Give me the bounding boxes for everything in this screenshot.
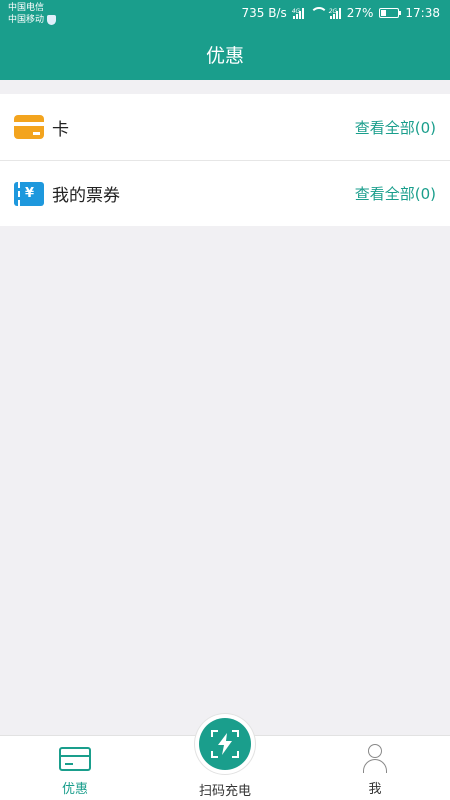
carrier-1: 中国电信 — [8, 3, 45, 13]
view-all-cards-link[interactable]: 查看全部(0) — [355, 117, 436, 138]
card-outline-icon — [59, 747, 91, 771]
lightning-icon — [218, 733, 232, 755]
app-header: 优惠 — [0, 28, 450, 80]
status-bar: 中国电信 中国移动 735 B/s 4G 2G 27% 17:38 — [0, 0, 450, 28]
nav-tab-offers[interactable]: 优惠 — [15, 736, 135, 800]
list-item-cards[interactable]: 卡 查看全部(0) — [0, 94, 450, 160]
carrier-info: 中国电信 中国移动 — [8, 2, 57, 26]
ticket-icon: ¥ — [14, 181, 44, 206]
battery-percent: 27% — [346, 6, 374, 20]
scan-frame-icon — [211, 730, 239, 758]
scan-charge-button[interactable] — [195, 714, 255, 774]
list-item-tickets[interactable]: ¥ 我的票券 查看全部(0) — [0, 160, 450, 226]
person-icon — [363, 744, 387, 773]
clock: 17:38 — [405, 6, 440, 20]
network-tag-1: 4G — [291, 8, 301, 15]
card-icon — [14, 115, 44, 139]
nav-tab-me[interactable]: 我 — [315, 736, 435, 800]
offers-list: 卡 查看全部(0) ¥ 我的票券 查看全部(0) — [0, 94, 450, 226]
network-tag-2: 2G — [328, 8, 338, 15]
signal-icon-2: 2G — [328, 7, 341, 19]
signal-icon: 4G — [291, 7, 304, 19]
view-all-tickets-link[interactable]: 查看全部(0) — [355, 183, 436, 204]
nav-offers-label: 优惠 — [61, 782, 88, 797]
battery-icon — [379, 8, 402, 18]
ticket-yen-symbol: ¥ — [25, 185, 35, 201]
cards-label: 卡 — [52, 119, 69, 140]
status-indicators: 735 B/s 4G 2G 27% 17:38 — [241, 5, 440, 21]
scan-charge-label[interactable]: 扫码充电 — [165, 780, 285, 799]
nav-me-label: 我 — [368, 782, 382, 797]
shield-icon — [47, 15, 57, 25]
page-title: 优惠 — [205, 44, 244, 67]
network-speed: 735 B/s — [241, 6, 287, 20]
tickets-label: 我的票券 — [52, 186, 120, 206]
scan-button-circle[interactable] — [199, 718, 251, 770]
wifi-icon — [309, 7, 328, 19]
battery-fill — [381, 10, 387, 16]
carrier-2: 中国移动 — [8, 15, 45, 25]
